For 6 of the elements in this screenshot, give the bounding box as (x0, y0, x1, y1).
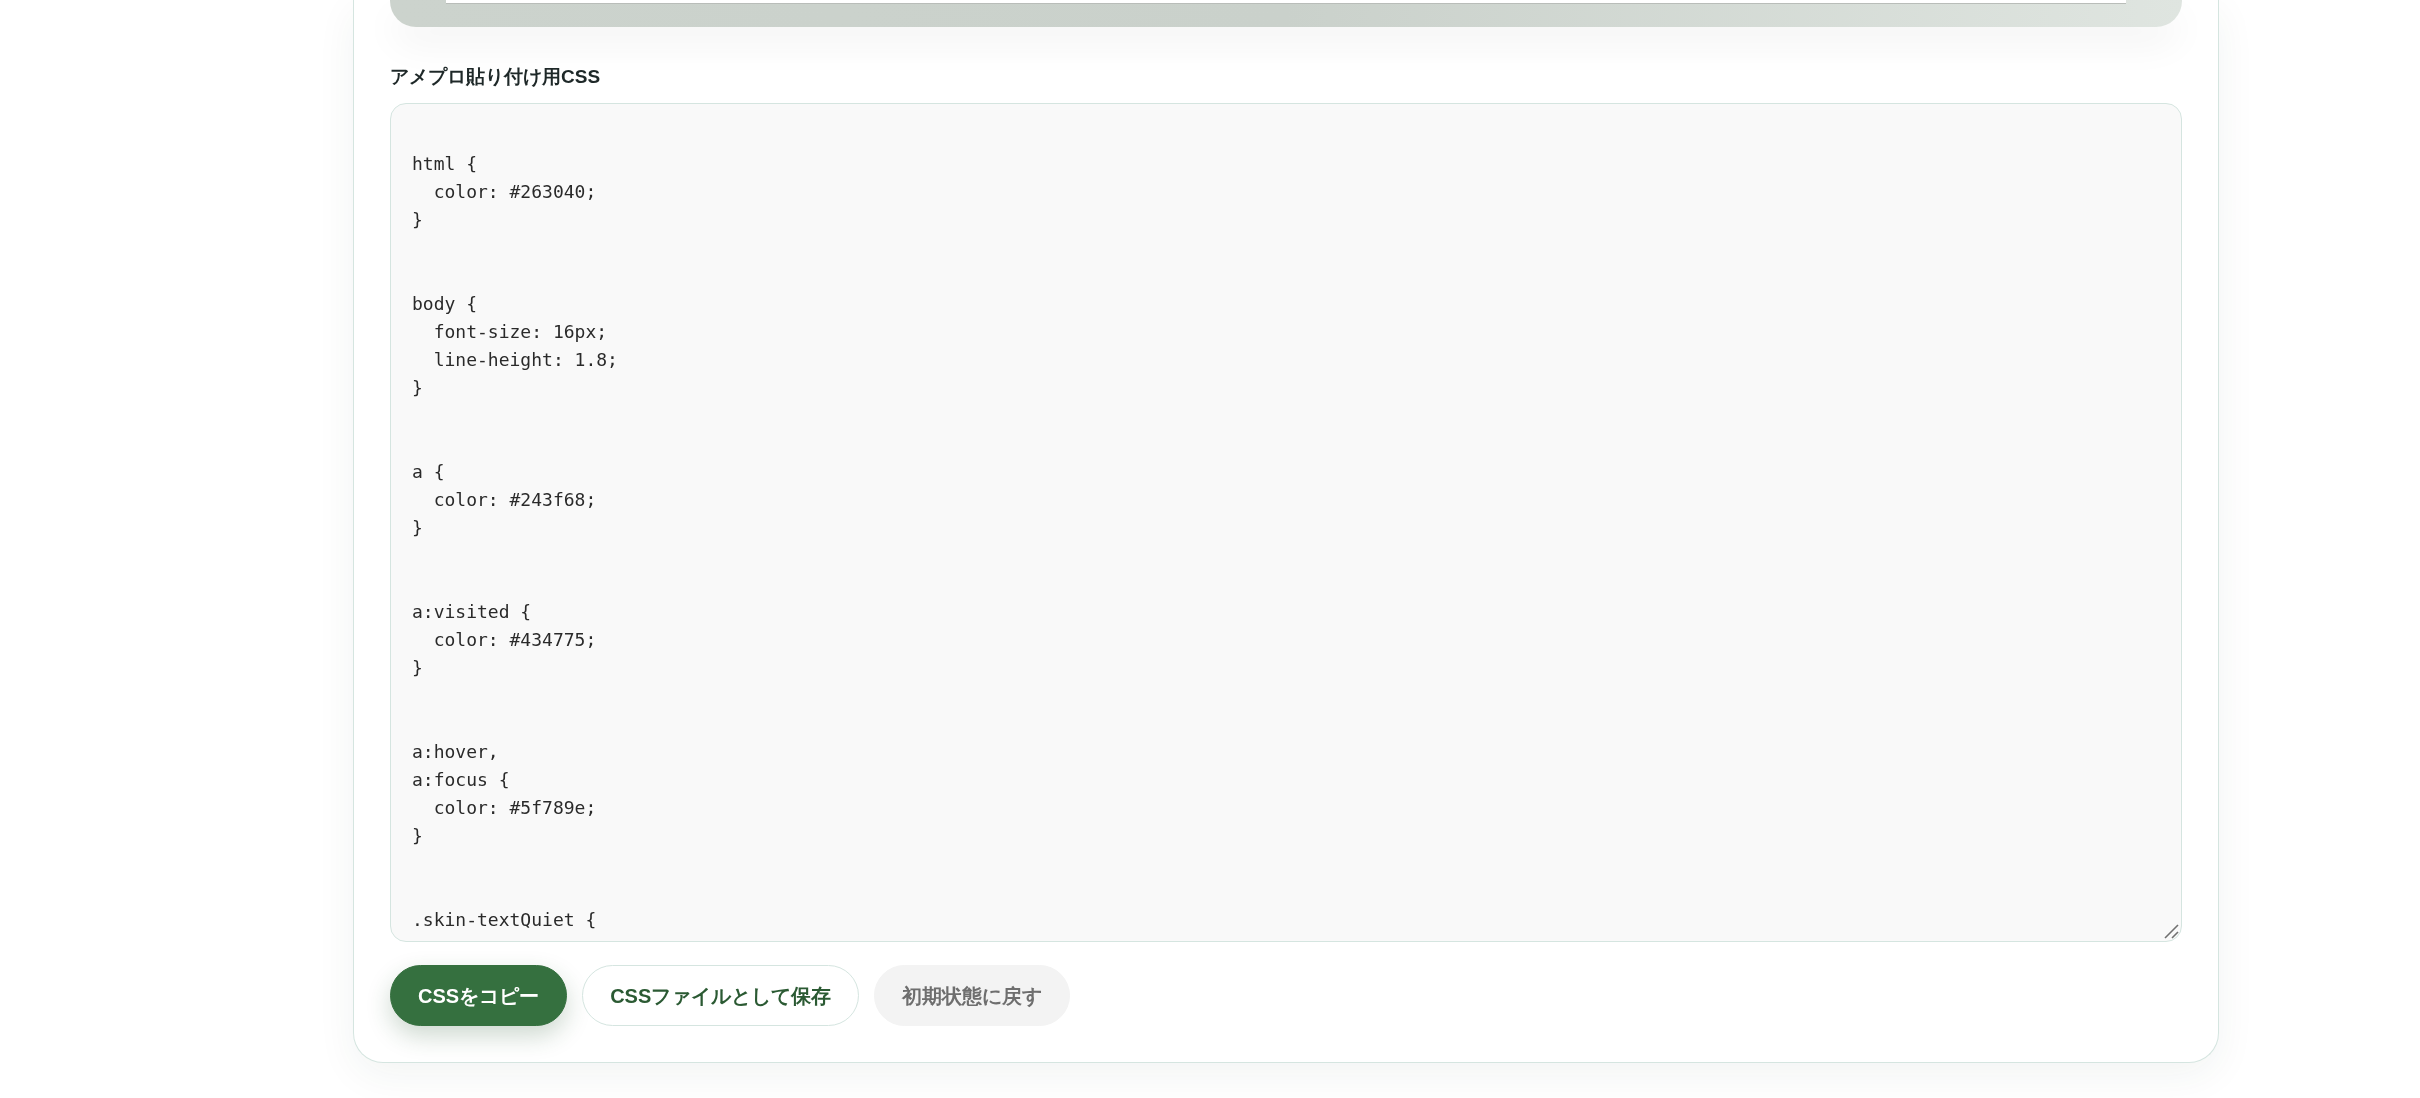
section-label: アメプロ貼り付け用CSS (390, 65, 601, 89)
save-css-file-button[interactable]: CSSファイルとして保存 (582, 965, 860, 1026)
resize-grip-icon[interactable] (2164, 924, 2179, 939)
css-textarea[interactable]: html { color: #263040; } body { font-size: 16px; line-height: 1.8; } a { color: #243f68; } a:visited { color: #434775; } a:hover, a:focus { color: #5f789e; } .skin-textQuiet { (390, 103, 2182, 942)
copy-css-button[interactable]: CSSをコピー (390, 965, 568, 1026)
reset-button[interactable]: 初期状態に戻す (874, 965, 1071, 1026)
